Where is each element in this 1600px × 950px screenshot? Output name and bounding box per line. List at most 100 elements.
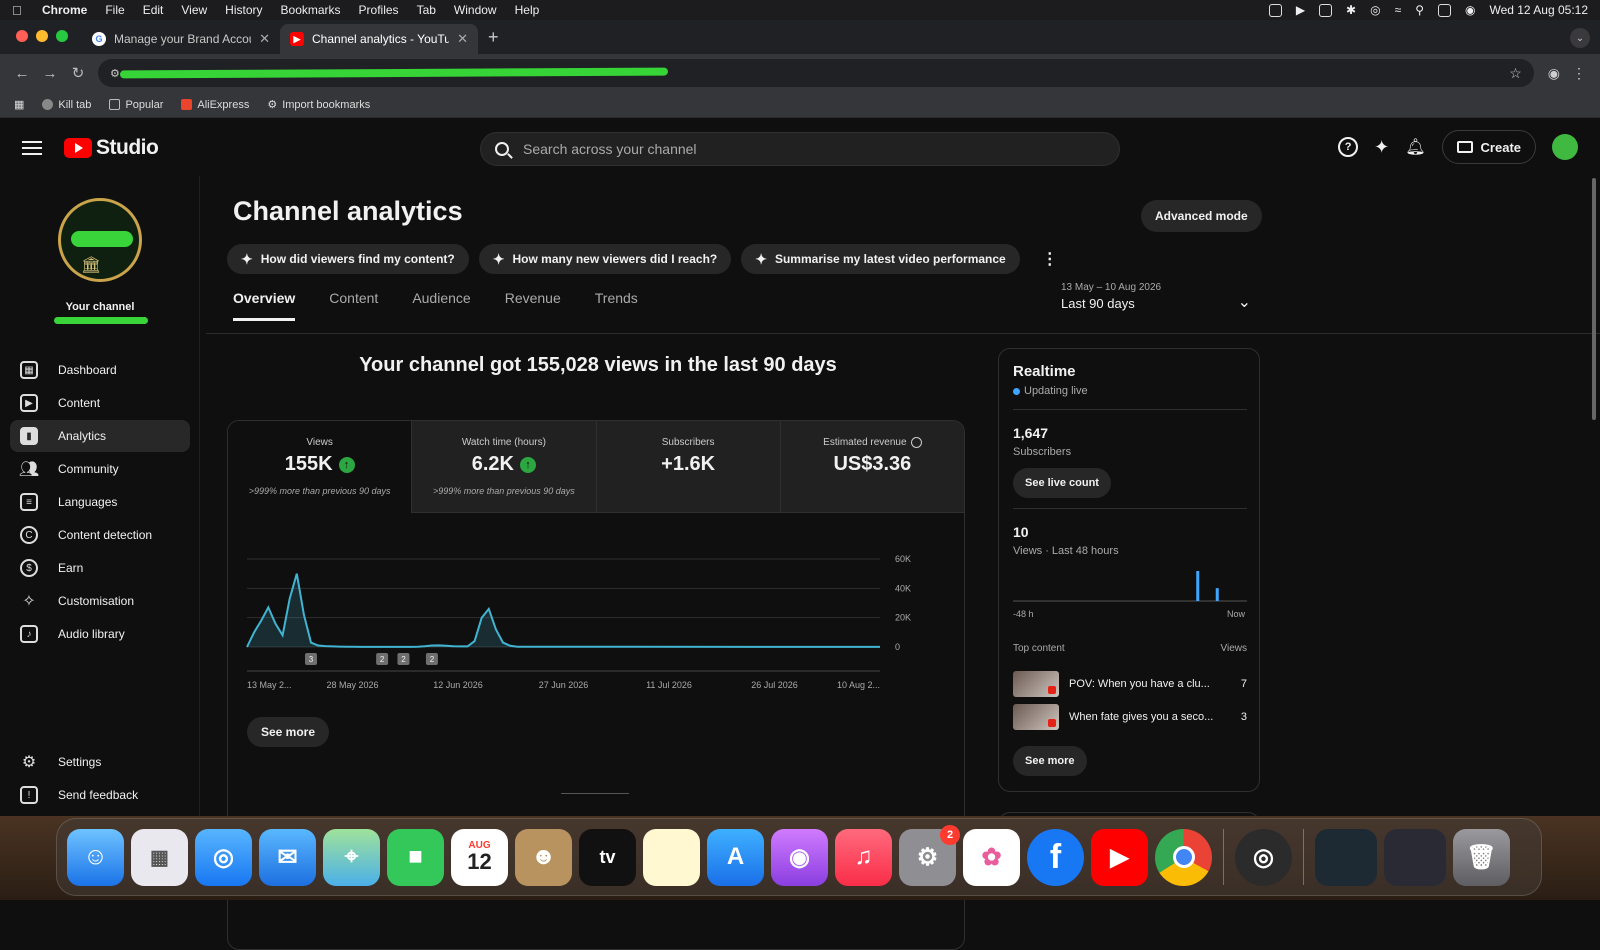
menu-view[interactable]: View xyxy=(181,3,207,17)
menu-profiles[interactable]: Profiles xyxy=(359,3,399,17)
menu-help[interactable]: Help xyxy=(515,3,540,17)
facebook-icon[interactable]: f xyxy=(1027,828,1084,886)
chrome-menu-icon[interactable]: ⋮ xyxy=(1572,65,1586,82)
menu-clock[interactable]: Wed 12 Aug 05:12 xyxy=(1489,3,1588,17)
see-more-button[interactable]: See more xyxy=(247,717,330,747)
browser-tab-brand-account[interactable]: G Manage your Brand Account ✕ xyxy=(82,24,280,54)
more-options-icon[interactable]: ⋮ xyxy=(1042,249,1058,269)
menu-window[interactable]: Window xyxy=(454,3,497,17)
top-content-item[interactable]: POV: When you have a clu... 7 xyxy=(1013,671,1247,697)
studio-logo[interactable]: Studio xyxy=(64,136,159,160)
app-store-icon[interactable]: A xyxy=(707,828,764,886)
notifications-bell-icon[interactable]: 🔔︎ xyxy=(1405,137,1425,157)
sidebar-item-languages[interactable]: ≡ Languages xyxy=(10,486,190,518)
chip-viewers-find[interactable]: ✦ How did viewers find my content? xyxy=(227,244,469,274)
tab-search-icon[interactable]: ⌄ xyxy=(1570,28,1590,48)
close-window-button[interactable] xyxy=(16,30,28,42)
kpi-watch-time[interactable]: Watch time (hours) 6.2K ↑ >999% more than… xyxy=(412,421,597,513)
menu-edit[interactable]: Edit xyxy=(143,3,164,17)
chip-new-viewers[interactable]: ✦ How many new viewers did I reach? xyxy=(478,244,732,274)
reload-icon[interactable]: ↻ xyxy=(64,64,92,82)
menu-tab[interactable]: Tab xyxy=(417,3,436,17)
bookmark-kill-tab[interactable]: Kill tab xyxy=(42,99,91,111)
mail-icon[interactable]: ✉ xyxy=(259,828,316,886)
menu-app-name[interactable]: Chrome xyxy=(42,3,87,17)
contacts-icon[interactable]: ☻ xyxy=(515,828,572,886)
realtime-views-chart[interactable] xyxy=(1013,567,1247,603)
advanced-mode-button[interactable]: Advanced mode xyxy=(1141,200,1262,232)
clock-icon[interactable] xyxy=(910,437,922,448)
create-button[interactable]: Create xyxy=(1441,130,1536,164)
screen-record-icon[interactable] xyxy=(1268,3,1282,17)
airdrop-icon[interactable]: ◎ xyxy=(1370,3,1380,17)
close-tab-icon[interactable]: ✕ xyxy=(259,31,270,47)
photos-icon[interactable]: ✿ xyxy=(963,828,1020,886)
input-source-icon[interactable] xyxy=(1319,3,1333,17)
close-tab-icon[interactable]: ✕ xyxy=(457,31,468,47)
sidebar-item-earn[interactable]: $ Earn xyxy=(10,552,190,584)
music-icon[interactable]: ♫ xyxy=(835,828,892,886)
control-center-icon[interactable] xyxy=(1437,3,1451,17)
site-info-icon[interactable]: ⚙ xyxy=(110,67,120,80)
address-bar[interactable]: ⚙ ☆ xyxy=(98,59,1534,87)
tab-audience[interactable]: Audience xyxy=(412,290,470,321)
kpi-views[interactable]: Views 155K ↑ >999% more than previous 90 … xyxy=(228,421,413,513)
help-icon[interactable]: ? xyxy=(1338,137,1359,157)
profile-icon[interactable]: ◉ xyxy=(1548,65,1560,82)
bluetooth-icon[interactable]: ✱ xyxy=(1346,3,1356,17)
page-scrollbar[interactable] xyxy=(1592,178,1596,420)
sparkle-ai-icon[interactable]: ✦ xyxy=(1374,137,1389,158)
trash-icon[interactable]: 🗑︎ xyxy=(1453,828,1510,886)
kpi-estimated-revenue[interactable]: Estimated revenue US$3.36 xyxy=(780,421,964,513)
system-settings-icon[interactable]: ⚙ 2 xyxy=(899,824,960,886)
youtube-icon[interactable]: ▶ xyxy=(1091,828,1148,886)
browser-tab-channel-analytics[interactable]: ▶ Channel analytics - YouTube S ✕ xyxy=(280,24,478,54)
launchpad-icon[interactable]: ▦ xyxy=(131,828,188,886)
views-chart[interactable]: 60K 40K 20K 0 3 2 2 2 13 May 2... 28 May 2026 12 J… xyxy=(228,513,965,713)
sidebar-item-content[interactable]: ▶ Content xyxy=(10,387,190,419)
apple-tv-icon[interactable]: tv xyxy=(579,828,636,886)
facetime-icon[interactable]: ■ xyxy=(387,828,444,886)
date-range-picker[interactable]: 13 May – 10 Aug 2026 Last 90 days ⌄ xyxy=(1061,282,1251,311)
apple-icon[interactable]:  xyxy=(12,3,26,18)
bookmark-star-icon[interactable]: ☆ xyxy=(1509,65,1522,82)
chip-summarise-video[interactable]: ✦ Summarise my latest video performance xyxy=(741,244,1020,274)
channel-avatar[interactable]: 🏛︎ xyxy=(58,198,142,282)
top-content-item[interactable]: When fate gives you a seco... 3 xyxy=(1013,704,1247,730)
calendar-icon[interactable]: AUG 12 xyxy=(451,828,508,886)
new-tab-button[interactable]: + xyxy=(478,27,509,54)
tab-revenue[interactable]: Revenue xyxy=(505,290,561,321)
sidebar-item-audio-library[interactable]: ♪ Audio library xyxy=(10,618,190,650)
sidebar-item-settings[interactable]: ⚙ Settings xyxy=(10,746,190,778)
see-live-count-button[interactable]: See live count xyxy=(1013,468,1111,498)
maps-icon[interactable]: ⌖ xyxy=(323,828,380,886)
chrome-icon[interactable] xyxy=(1155,828,1212,886)
spotlight-search-icon[interactable]: ⚲ xyxy=(1415,3,1424,17)
bookmark-aliexpress[interactable]: AliExpress xyxy=(181,99,249,111)
forward-icon[interactable]: → xyxy=(36,65,64,82)
finder-icon[interactable]: ☺ xyxy=(67,828,124,886)
minimize-window-button[interactable] xyxy=(36,30,48,42)
realtime-see-more-button[interactable]: See more xyxy=(1013,746,1087,776)
safari-icon[interactable]: ◎ xyxy=(195,828,252,886)
back-icon[interactable]: ← xyxy=(8,65,36,82)
zoom-window-button[interactable] xyxy=(56,30,68,42)
sidebar-item-community[interactable]: 👥︎ Community xyxy=(10,453,190,485)
menu-hamburger-icon[interactable] xyxy=(22,141,42,155)
apps-grid-icon[interactable]: ▦ xyxy=(14,98,24,111)
tab-trends[interactable]: Trends xyxy=(595,290,638,321)
realtime-bar[interactable] xyxy=(1196,571,1200,601)
menu-bookmarks[interactable]: Bookmarks xyxy=(281,3,341,17)
bookmark-import[interactable]: ⚙ Import bookmarks xyxy=(267,98,370,112)
tab-content[interactable]: Content xyxy=(329,290,378,321)
bookmark-popular[interactable]: Popular xyxy=(109,99,163,111)
realtime-bar[interactable] xyxy=(1215,588,1219,601)
menu-file[interactable]: File xyxy=(105,3,124,17)
sidebar-item-dashboard[interactable]: ▦ Dashboard xyxy=(10,354,190,386)
sidebar-item-analytics[interactable]: ▮ Analytics xyxy=(10,420,190,452)
minimized-window-thumbnail[interactable] xyxy=(1384,828,1446,886)
kpi-subscribers[interactable]: Subscribers +1.6K xyxy=(596,421,781,513)
notes-icon[interactable] xyxy=(643,828,700,886)
sidebar-item-customisation[interactable]: ✧ Customisation xyxy=(10,585,190,617)
podcasts-icon[interactable]: ◉ xyxy=(771,828,828,886)
